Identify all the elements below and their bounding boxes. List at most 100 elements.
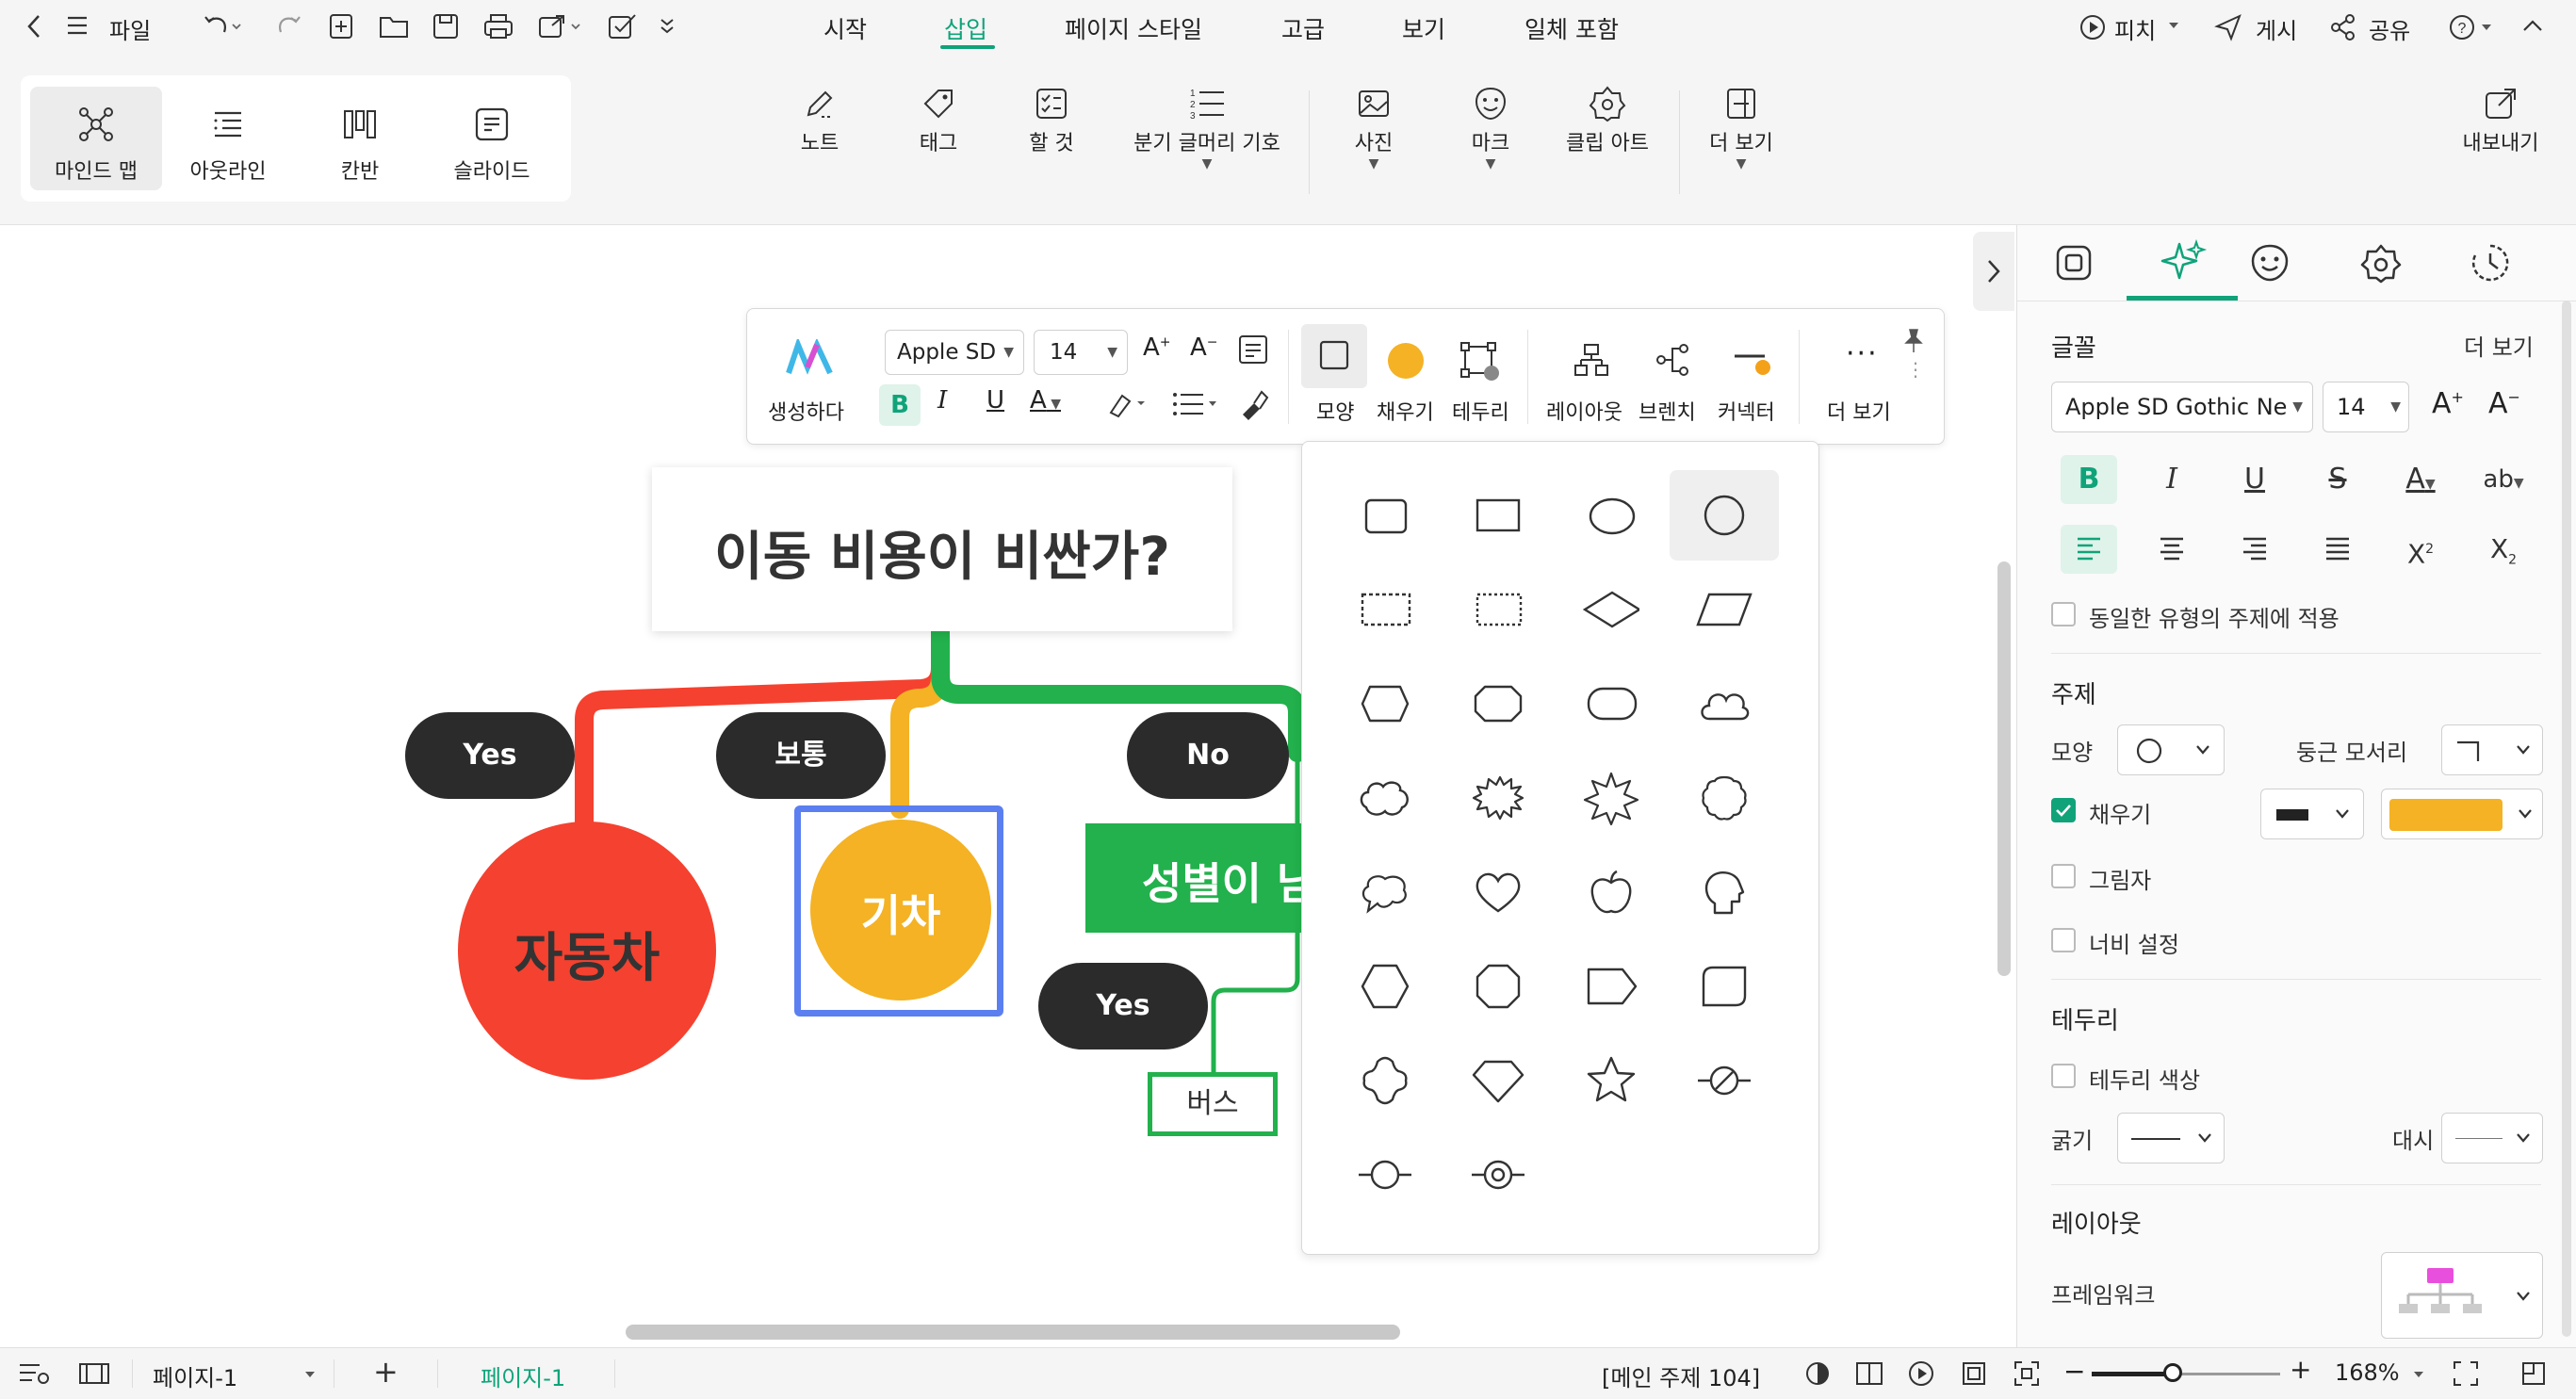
shape-pentagon-arrow[interactable] — [1557, 941, 1666, 1032]
insert-image-dropdown-icon[interactable]: ▼ — [1340, 156, 1408, 171]
shape-parallelogram[interactable] — [1670, 564, 1779, 655]
hamburger-icon[interactable] — [66, 15, 89, 36]
fit-page-icon[interactable] — [1960, 1359, 1988, 1388]
back-icon[interactable] — [24, 13, 43, 40]
insert-mark-button[interactable]: 마크 ▼ — [1457, 85, 1524, 171]
font-grow-icon[interactable]: A+ — [1143, 333, 1171, 362]
branch-icon[interactable] — [1654, 341, 1691, 379]
format-painter-icon[interactable] — [1237, 388, 1269, 420]
canvas-vertical-scrollbar[interactable] — [1997, 561, 2011, 976]
ai-generate-icon[interactable] — [785, 339, 836, 377]
topic-car[interactable]: 자동차 — [458, 822, 716, 1080]
undo-icon[interactable] — [202, 13, 243, 40]
float-bold-button[interactable]: B — [879, 384, 921, 426]
topic-shape-select[interactable] — [2117, 724, 2225, 775]
shape-starburst[interactable] — [1557, 753, 1666, 843]
tab-view[interactable]: 보기 — [1402, 11, 1445, 45]
more-options-icon[interactable]: ··· — [1846, 337, 1879, 370]
branch-bullets-button[interactable]: 123 분기 글머리 기호 ▼ — [1127, 85, 1287, 171]
italic-button[interactable]: I — [2144, 455, 2200, 504]
list-format-icon[interactable] — [1171, 390, 1222, 418]
align-left-button[interactable] — [2061, 525, 2117, 574]
style-tab-icon[interactable] — [2053, 242, 2095, 284]
shape-rectangle[interactable] — [1443, 470, 1553, 561]
tab-start[interactable]: 시작 — [823, 11, 867, 45]
font-color-button[interactable]: A▼ — [2392, 455, 2449, 504]
fill-color-swatch[interactable] — [1388, 343, 1424, 379]
font-more-link[interactable]: 더 보기 — [2464, 329, 2534, 362]
underline-button[interactable]: U — [2226, 455, 2283, 504]
thickness-select[interactable] — [2117, 1113, 2225, 1163]
open-folder-icon[interactable] — [379, 13, 409, 40]
shape-hexagon-wide[interactable] — [1330, 659, 1440, 749]
shape-octagon[interactable] — [1443, 941, 1553, 1032]
tab-page-style[interactable]: 페이지 스타일 — [1065, 11, 1202, 45]
fullscreen-icon[interactable] — [2452, 1359, 2480, 1388]
connector-icon[interactable] — [1733, 347, 1774, 381]
bold-button[interactable]: B — [2061, 455, 2117, 504]
save-icon[interactable] — [432, 12, 460, 41]
ai-generate-label[interactable]: 생성하다 — [768, 396, 844, 426]
page-select[interactable]: 페이지-1 — [153, 1359, 237, 1392]
topic-bus[interactable]: 버스 — [1148, 1072, 1278, 1136]
file-menu[interactable]: 파일 — [109, 12, 151, 45]
shape-button[interactable] — [1301, 324, 1367, 388]
font-increase-icon[interactable]: A+ — [2432, 387, 2464, 420]
strikethrough-button[interactable]: S — [2309, 455, 2366, 504]
page-select-dropdown-icon[interactable] — [303, 1365, 317, 1383]
view-slides-button[interactable]: 슬라이드 — [426, 87, 558, 190]
view-kanban-button[interactable]: 칸반 — [294, 87, 426, 190]
subscript-button[interactable]: X2 — [2475, 525, 2532, 574]
insert-tag-button[interactable]: 태그 — [905, 85, 972, 156]
font-family-select[interactable]: Apple SD Gothic Ne ▼ — [2051, 382, 2313, 432]
clipart-tab-icon[interactable] — [2360, 242, 2402, 284]
mark-tab-icon[interactable] — [2249, 242, 2291, 284]
share-button[interactable]: 공유 — [2369, 12, 2410, 45]
help-icon[interactable]: ? — [2448, 13, 2493, 41]
pitch-button[interactable]: 피치 — [2114, 12, 2156, 45]
insert-more-dropdown-icon[interactable]: ▼ — [1702, 156, 1781, 171]
shape-circle[interactable] — [1670, 470, 1779, 561]
zoom-slider-handle[interactable] — [2163, 1363, 2182, 1382]
framework-select[interactable] — [2381, 1252, 2543, 1339]
shape-scalloped-circle[interactable] — [1670, 753, 1779, 843]
shape-connector-target[interactable] — [1443, 1130, 1553, 1220]
canvas-horizontal-scrollbar[interactable] — [626, 1325, 1400, 1340]
branch-label-yes[interactable]: Yes — [405, 712, 575, 799]
insert-more-button[interactable]: 더 보기 ▼ — [1702, 85, 1781, 171]
border-color-checkbox[interactable] — [2051, 1064, 2076, 1088]
panel-scrollbar[interactable] — [2562, 301, 2571, 1337]
more-chevron-icon[interactable] — [658, 15, 677, 38]
ai-sparkle-tab-icon[interactable] — [2159, 238, 2208, 287]
fill-type-select[interactable] — [2260, 789, 2364, 839]
topic-gender[interactable]: 성별이 남 — [1085, 823, 1308, 933]
shape-apple[interactable] — [1557, 847, 1666, 937]
shape-dashed-rect[interactable] — [1330, 564, 1440, 655]
shape-heart[interactable] — [1443, 847, 1553, 937]
shape-explosion[interactable] — [1443, 753, 1553, 843]
history-tab-icon[interactable] — [2470, 242, 2511, 284]
fill-checkbox[interactable] — [2051, 798, 2076, 822]
new-file-icon[interactable] — [328, 12, 354, 41]
panel-toggle-icon[interactable] — [77, 1359, 111, 1388]
apply-same-type-checkbox[interactable] — [2051, 602, 2076, 626]
insert-clipart-button[interactable]: 클립 아트 — [1560, 85, 1655, 156]
collapse-ribbon-icon[interactable] — [2521, 17, 2544, 34]
root-topic[interactable]: 이동 비용이 비싼가? — [652, 467, 1232, 631]
add-page-button[interactable]: + — [373, 1354, 399, 1390]
float-underline-button[interactable]: U — [986, 386, 1004, 415]
outline-toggle-icon[interactable] — [17, 1359, 51, 1388]
shadow-checkbox[interactable] — [2051, 864, 2076, 888]
rounded-corner-select[interactable] — [2441, 724, 2543, 775]
drag-handle-icon[interactable]: ⋮ — [1906, 360, 1925, 379]
zoom-in-button[interactable]: + — [2290, 1354, 2311, 1385]
publish-button[interactable]: 게시 — [2256, 12, 2297, 45]
edit-check-icon[interactable] — [607, 12, 639, 41]
font-size-select[interactable]: 14 ▼ — [2323, 382, 2409, 432]
shape-head[interactable] — [1670, 847, 1779, 937]
font-shrink-icon[interactable]: A− — [1190, 333, 1218, 362]
align-right-button[interactable] — [2226, 525, 2283, 574]
shape-quatrefoil[interactable] — [1330, 1035, 1440, 1126]
shape-speech-cloud[interactable] — [1330, 847, 1440, 937]
border-style-icon[interactable] — [1459, 341, 1501, 382]
